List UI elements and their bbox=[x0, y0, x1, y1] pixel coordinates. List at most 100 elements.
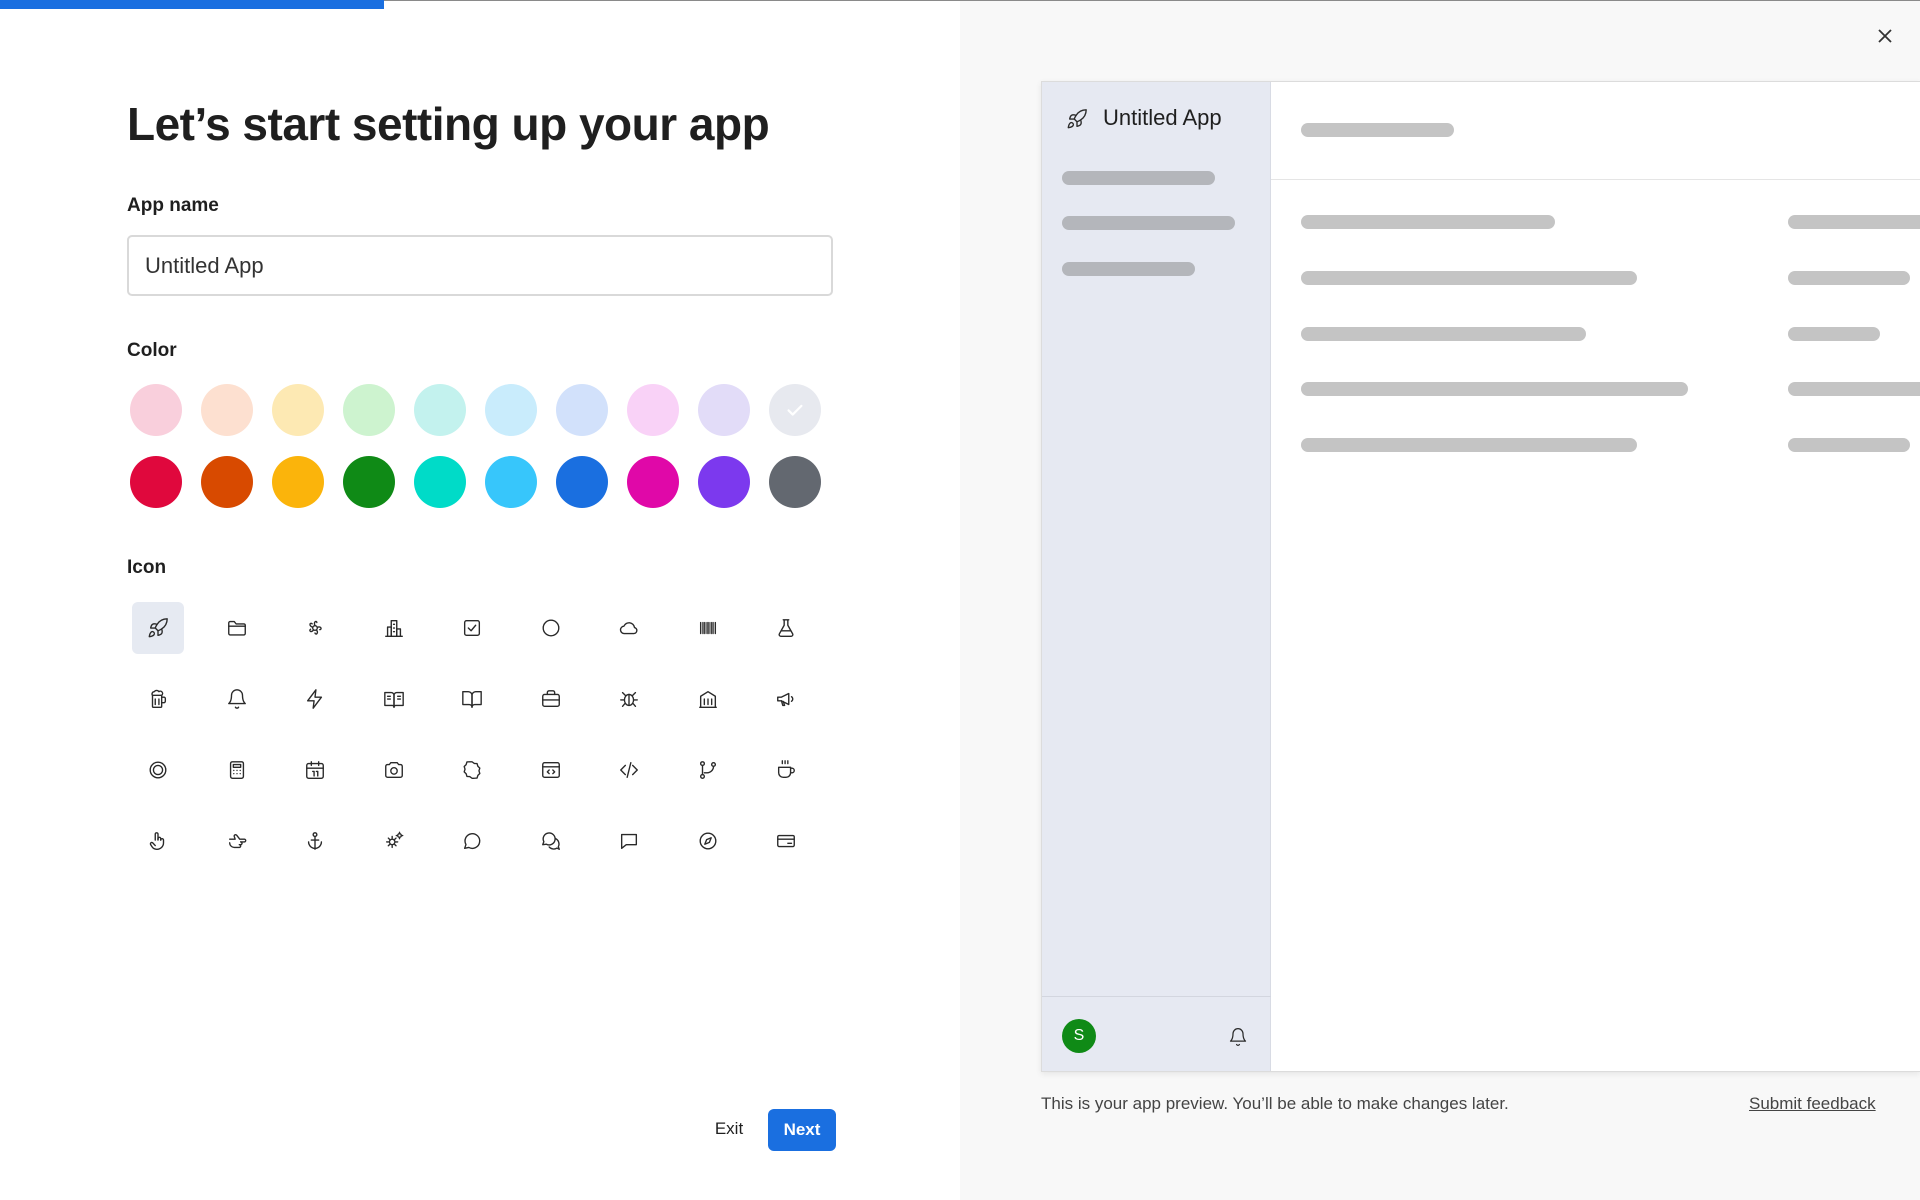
icon-option-book[interactable] bbox=[446, 673, 498, 725]
icon-option-megaphone[interactable] bbox=[760, 673, 812, 725]
anchor-icon bbox=[307, 832, 323, 850]
color-swatch-purple-light[interactable] bbox=[698, 384, 750, 436]
beer-icon bbox=[151, 689, 167, 708]
icon-option-hand-pointer[interactable] bbox=[132, 815, 184, 867]
icon-option-gears[interactable] bbox=[368, 815, 420, 867]
color-swatch-green-light[interactable] bbox=[343, 384, 395, 436]
color-swatch-yellow-light[interactable] bbox=[272, 384, 324, 436]
icon-option-folder[interactable] bbox=[211, 602, 263, 654]
book-icon bbox=[462, 690, 482, 708]
close-button[interactable] bbox=[1871, 22, 1899, 50]
bug-icon bbox=[620, 691, 638, 708]
next-button[interactable]: Next bbox=[768, 1109, 836, 1151]
color-swatch-red[interactable] bbox=[130, 456, 182, 508]
row-placeholder-bar bbox=[1301, 271, 1637, 285]
row-placeholder-bar bbox=[1301, 438, 1637, 452]
icon-option-library[interactable] bbox=[682, 673, 734, 725]
color-swatch-blue-light[interactable] bbox=[556, 384, 608, 436]
icon-option-beer[interactable] bbox=[132, 673, 184, 725]
color-swatch-green[interactable] bbox=[343, 456, 395, 508]
icon-option-git-branch[interactable] bbox=[682, 744, 734, 796]
briefcase-icon bbox=[541, 690, 560, 708]
preview-app-name: Untitled App bbox=[1103, 105, 1222, 130]
icon-option-barcode[interactable] bbox=[682, 602, 734, 654]
cloud-icon bbox=[619, 622, 638, 635]
color-swatch-gray-light[interactable] bbox=[769, 384, 821, 436]
icon-option-chat[interactable] bbox=[525, 815, 577, 867]
color-swatch-gray[interactable] bbox=[769, 456, 821, 508]
row-placeholder-bar bbox=[1788, 271, 1910, 285]
icon-option-checkbox[interactable] bbox=[446, 602, 498, 654]
speech-bubble-icon bbox=[463, 832, 481, 850]
flower-icon bbox=[309, 620, 322, 635]
icon-option-code[interactable] bbox=[603, 744, 655, 796]
page-title: Let’s start setting up your app bbox=[127, 98, 770, 150]
color-swatch-yellow[interactable] bbox=[272, 456, 324, 508]
icon-option-circle[interactable] bbox=[525, 602, 577, 654]
row-placeholder-bar bbox=[1301, 215, 1555, 229]
icon-option-bell[interactable] bbox=[211, 673, 263, 725]
close-icon bbox=[1878, 29, 1892, 43]
sidebar-placeholder-bar bbox=[1062, 216, 1235, 230]
hand-pointer-icon bbox=[149, 832, 165, 850]
icon-option-calculator[interactable] bbox=[211, 744, 263, 796]
icon-option-message-square[interactable] bbox=[603, 815, 655, 867]
icon-label: Icon bbox=[127, 557, 167, 578]
rocket-icon bbox=[1066, 108, 1088, 130]
icon-option-flower[interactable] bbox=[289, 602, 341, 654]
color-swatch-purple[interactable] bbox=[698, 456, 750, 508]
color-label: Color bbox=[127, 340, 177, 361]
icon-option-calendar[interactable] bbox=[289, 744, 341, 796]
avatar: S bbox=[1062, 1019, 1096, 1053]
coffee-icon bbox=[777, 760, 795, 779]
icon-option-anchor[interactable] bbox=[289, 815, 341, 867]
chat-icon bbox=[541, 832, 560, 850]
color-swatch-teal-light[interactable] bbox=[414, 384, 466, 436]
color-swatch-peach-light[interactable] bbox=[201, 384, 253, 436]
header-placeholder-bar bbox=[1301, 123, 1454, 137]
preview-caption: This is your app preview. You’ll be able… bbox=[1041, 1094, 1509, 1113]
icon-option-hand-point-right[interactable] bbox=[211, 815, 263, 867]
color-swatch-sky[interactable] bbox=[485, 456, 537, 508]
circle-icon bbox=[542, 619, 559, 637]
icon-option-compass[interactable] bbox=[682, 815, 734, 867]
icon-option-coffee[interactable] bbox=[760, 744, 812, 796]
gears-icon bbox=[385, 831, 403, 849]
submit-feedback-link[interactable]: Submit feedback bbox=[1749, 1094, 1876, 1114]
color-swatch-grid bbox=[130, 384, 821, 508]
row-placeholder-bar bbox=[1788, 438, 1910, 452]
rocket-icon bbox=[148, 618, 168, 638]
app-preview: Untitled App S bbox=[1041, 81, 1920, 1072]
icon-option-rocket[interactable] bbox=[132, 602, 184, 654]
icon-option-buildings[interactable] bbox=[368, 602, 420, 654]
app-name-input[interactable] bbox=[127, 235, 833, 296]
badge-icon bbox=[463, 761, 481, 779]
icon-option-flask[interactable] bbox=[760, 602, 812, 654]
flask-icon bbox=[778, 619, 794, 637]
icon-option-book-open-lines[interactable] bbox=[368, 673, 420, 725]
icon-option-ring[interactable] bbox=[132, 744, 184, 796]
preview-header-divider bbox=[1271, 179, 1920, 180]
icon-option-lightning[interactable] bbox=[289, 673, 341, 725]
color-swatch-orange[interactable] bbox=[201, 456, 253, 508]
icon-option-cloud[interactable] bbox=[603, 602, 655, 654]
row-placeholder-bar bbox=[1788, 327, 1880, 341]
icon-option-browser-code[interactable] bbox=[525, 744, 577, 796]
icon-option-bug[interactable] bbox=[603, 673, 655, 725]
icon-option-camera[interactable] bbox=[368, 744, 420, 796]
color-swatch-pink-light[interactable] bbox=[130, 384, 182, 436]
book-open-lines-icon bbox=[383, 691, 404, 708]
color-swatch-sky-light[interactable] bbox=[485, 384, 537, 436]
preview-sidebar-footer: S bbox=[1042, 996, 1271, 1071]
icon-option-badge[interactable] bbox=[446, 744, 498, 796]
color-swatch-magenta-light[interactable] bbox=[627, 384, 679, 436]
exit-button[interactable]: Exit bbox=[700, 1109, 758, 1149]
color-swatch-magenta[interactable] bbox=[627, 456, 679, 508]
color-swatch-teal[interactable] bbox=[414, 456, 466, 508]
color-swatch-blue[interactable] bbox=[556, 456, 608, 508]
icon-grid bbox=[132, 602, 812, 867]
icon-option-credit-card[interactable] bbox=[760, 815, 812, 867]
icon-option-speech-bubble[interactable] bbox=[446, 815, 498, 867]
calendar-icon bbox=[306, 761, 324, 779]
icon-option-briefcase[interactable] bbox=[525, 673, 577, 725]
